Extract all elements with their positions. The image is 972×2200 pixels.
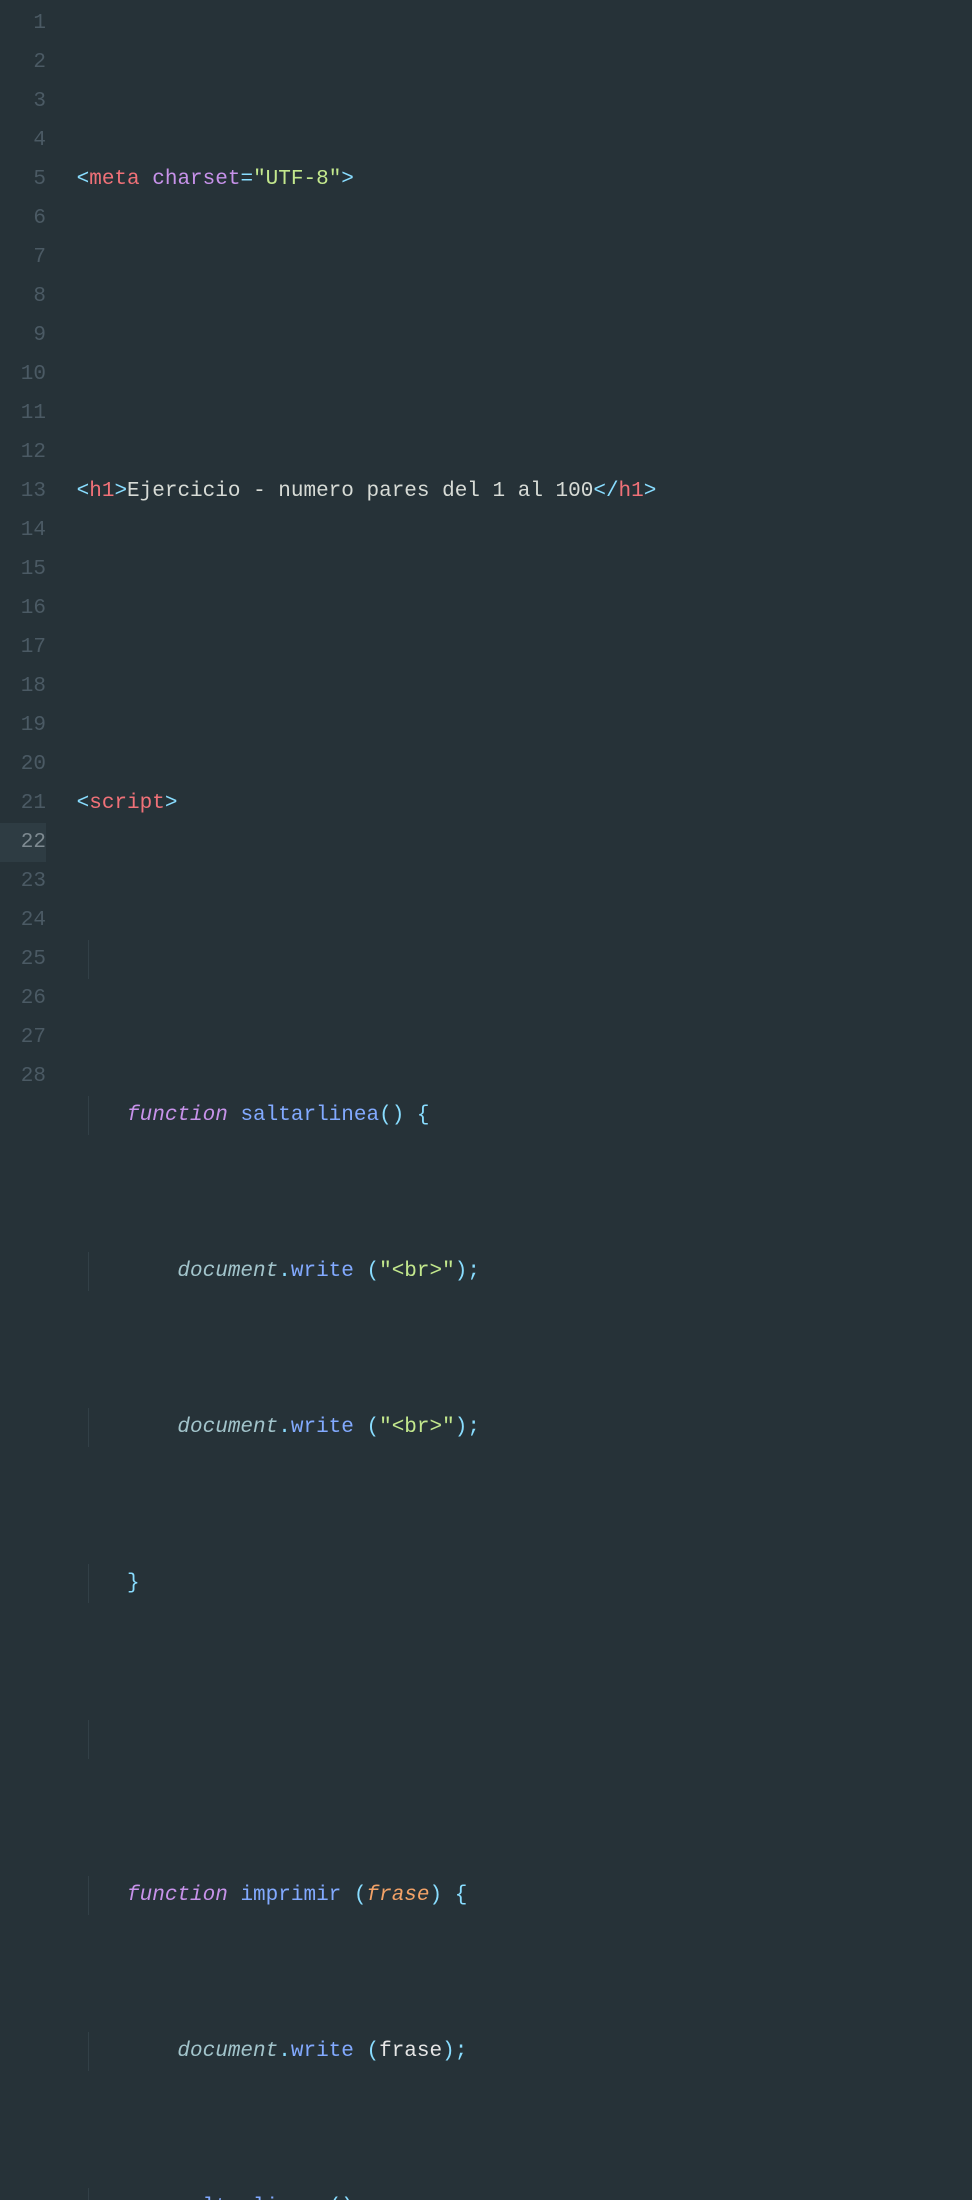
line-number: 23 [0,862,46,901]
code-line[interactable]: document.write (frase); [64,2032,972,2071]
line-number: 9 [0,316,46,355]
code-line[interactable]: <h1>Ejercicio - numero pares del 1 al 10… [64,472,972,511]
line-number: 3 [0,82,46,121]
code-line[interactable]: function imprimir (frase) { [64,1876,972,1915]
code-editor[interactable]: 1 2 3 4 5 6 7 8 9 10 11 12 13 14 15 16 1… [0,0,972,1100]
line-number: 15 [0,550,46,589]
line-number: 2 [0,43,46,82]
line-number: 14 [0,511,46,550]
line-number: 18 [0,667,46,706]
line-number: 16 [0,589,46,628]
code-line[interactable]: } [64,1564,972,1603]
line-number: 10 [0,355,46,394]
line-number: 6 [0,199,46,238]
line-number: 20 [0,745,46,784]
line-number: 4 [0,121,46,160]
line-number: 21 [0,784,46,823]
code-line[interactable]: <script> [64,784,972,823]
code-area[interactable]: <meta charset="UTF-8"> <h1>Ejercicio - n… [64,0,972,1100]
code-line[interactable]: function saltarlinea() { [64,1096,972,1135]
code-line[interactable]: saltarlinea (); [64,2188,972,2200]
line-number: 7 [0,238,46,277]
line-number: 11 [0,394,46,433]
code-line[interactable] [64,1720,972,1759]
code-line[interactable]: <meta charset="UTF-8"> [64,160,972,199]
code-line[interactable]: document.write ("<br>"); [64,1252,972,1291]
line-number: 27 [0,1018,46,1057]
line-number: 12 [0,433,46,472]
line-number-gutter: 1 2 3 4 5 6 7 8 9 10 11 12 13 14 15 16 1… [0,0,64,1100]
code-line[interactable] [64,628,972,667]
line-number: 1 [0,4,46,43]
line-number: 8 [0,277,46,316]
line-number: 13 [0,472,46,511]
code-line[interactable] [64,940,972,979]
line-number: 26 [0,979,46,1018]
code-line[interactable] [64,316,972,355]
line-number: 5 [0,160,46,199]
line-number: 24 [0,901,46,940]
line-number: 19 [0,706,46,745]
code-line[interactable]: document.write ("<br>"); [64,1408,972,1447]
line-number: 25 [0,940,46,979]
line-number: 17 [0,628,46,667]
line-number: 28 [0,1057,46,1096]
line-number: 22 [0,823,46,862]
